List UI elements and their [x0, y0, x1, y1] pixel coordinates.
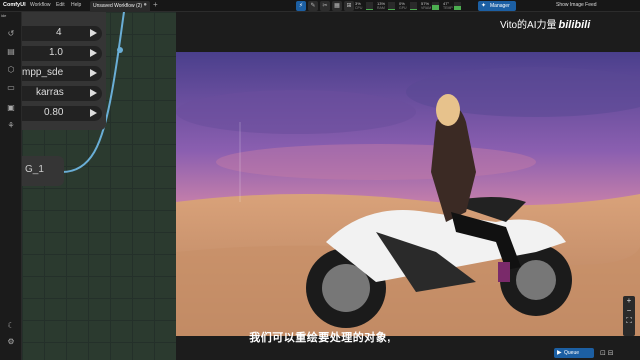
meter-vram: 57% VRAM [421, 1, 441, 11]
sidebar-label: ide [1, 13, 7, 18]
meter-gpu: 0% GPU [399, 1, 419, 11]
meter-fill [410, 9, 417, 10]
node-title: G_1 [25, 164, 44, 175]
queue-button[interactable]: ▶ Queue [554, 348, 594, 358]
meter-name: GPU [399, 6, 407, 10]
meter-fill [388, 8, 395, 10]
app-logo[interactable]: ComfyUI [3, 2, 26, 8]
grid-icon[interactable]: ⊞ [344, 1, 354, 11]
queue-icon[interactable]: ▤ [5, 46, 17, 58]
video-subtitle: 我们可以重绘要处理的对象, [249, 332, 391, 344]
widget-steps[interactable]: 4 [22, 26, 102, 41]
meter-bar [388, 2, 395, 10]
meter-name: CPU [355, 6, 363, 10]
cube-icon[interactable]: ⬡ [5, 64, 17, 76]
widget-cfg[interactable]: 1.0 [22, 46, 102, 61]
group-node[interactable]: G_1 [22, 156, 64, 186]
tab-label: Unsaved Workflow (2) [93, 3, 143, 9]
meter-bar [410, 2, 417, 10]
queue-label: Queue [564, 350, 580, 356]
eraser-icon[interactable]: ✎ [308, 1, 318, 11]
menu-help[interactable]: Help [71, 2, 81, 8]
meter-name: RAM [377, 6, 385, 10]
meter-fill [454, 6, 461, 10]
meter-bar [454, 2, 461, 10]
meter-name: TEMP [443, 6, 453, 10]
widget-scheduler[interactable]: karras [22, 86, 102, 101]
increment-arrow-icon[interactable] [90, 69, 97, 77]
brush-icon[interactable]: ✂ [320, 1, 330, 11]
left-sidebar: ide ↺ ▤ ⬡ ▭ ▣ ⚘ ☾ ⚙ [0, 12, 22, 360]
manager-label: Manager [490, 3, 510, 9]
new-tab-button[interactable]: + [153, 0, 158, 9]
meter-fill [432, 5, 439, 10]
widget-denoise[interactable]: 0.80 [22, 106, 102, 121]
meter-fill [366, 9, 373, 10]
ksampler-node[interactable]: 4 1.0 mpp_sde karras 0.80 [22, 12, 106, 130]
zoom-controls: + − ⛶ [623, 296, 635, 336]
increment-arrow-icon[interactable] [90, 29, 97, 37]
manager-button[interactable]: ✦ Manager [478, 1, 516, 11]
meter-cpu: 3% CPU [355, 1, 375, 11]
meter-name: VRAM [421, 6, 432, 10]
zoom-out-icon[interactable]: − [623, 306, 635, 316]
meter-temp: 47° TEMP [443, 1, 463, 11]
zoom-in-icon[interactable]: + [623, 296, 635, 306]
show-image-feed-button[interactable]: Show Image Feed [556, 2, 597, 8]
close-icon[interactable]: ● [143, 2, 147, 8]
puzzle-icon: ✦ [481, 3, 487, 9]
fit-view-icon[interactable]: ⛶ [623, 316, 635, 326]
menu-workflow[interactable]: Workflow [30, 2, 50, 8]
history-icon[interactable]: ↺ [5, 28, 17, 40]
nodes-icon[interactable]: ⚘ [5, 120, 17, 132]
increment-arrow-icon[interactable] [90, 109, 97, 117]
image-preview-panel [176, 12, 640, 360]
bolt-icon[interactable]: ⚡ [296, 1, 306, 11]
resource-monitor: 3% CPU 13% RAM 0% GPU 57% VRAM 47° TEMP [355, 1, 463, 11]
preview-image[interactable] [176, 52, 640, 336]
tab-workflow[interactable]: Unsaved Workflow (2) ● [90, 1, 150, 12]
menu-edit[interactable]: Edit [56, 2, 65, 8]
watermark-text: Vito的AI力量 [500, 20, 557, 31]
watermark: Vito的AI力量 bilibili [500, 16, 590, 31]
bilibili-logo: bilibili [558, 19, 591, 31]
play-icon: ▶ [557, 350, 562, 356]
meter-bar [432, 2, 439, 10]
image-icon[interactable]: ▣ [5, 102, 17, 114]
layers-icon[interactable]: ▦ [332, 1, 342, 11]
folder-icon[interactable]: ▭ [5, 82, 17, 94]
menu-bar: ComfyUI Workflow Edit Help Unsaved Workf… [0, 0, 640, 12]
increment-arrow-icon[interactable] [90, 89, 97, 97]
tool-group: ⚡ ✎ ✂ ▦ ⊞ [296, 1, 354, 11]
meter-ram: 13% RAM [377, 1, 397, 11]
increment-arrow-icon[interactable] [90, 49, 97, 57]
panel-toggle-icons[interactable]: ⊡ ⊟ [600, 349, 614, 357]
meter-bar [366, 2, 373, 10]
widget-sampler[interactable]: mpp_sde [22, 66, 102, 81]
